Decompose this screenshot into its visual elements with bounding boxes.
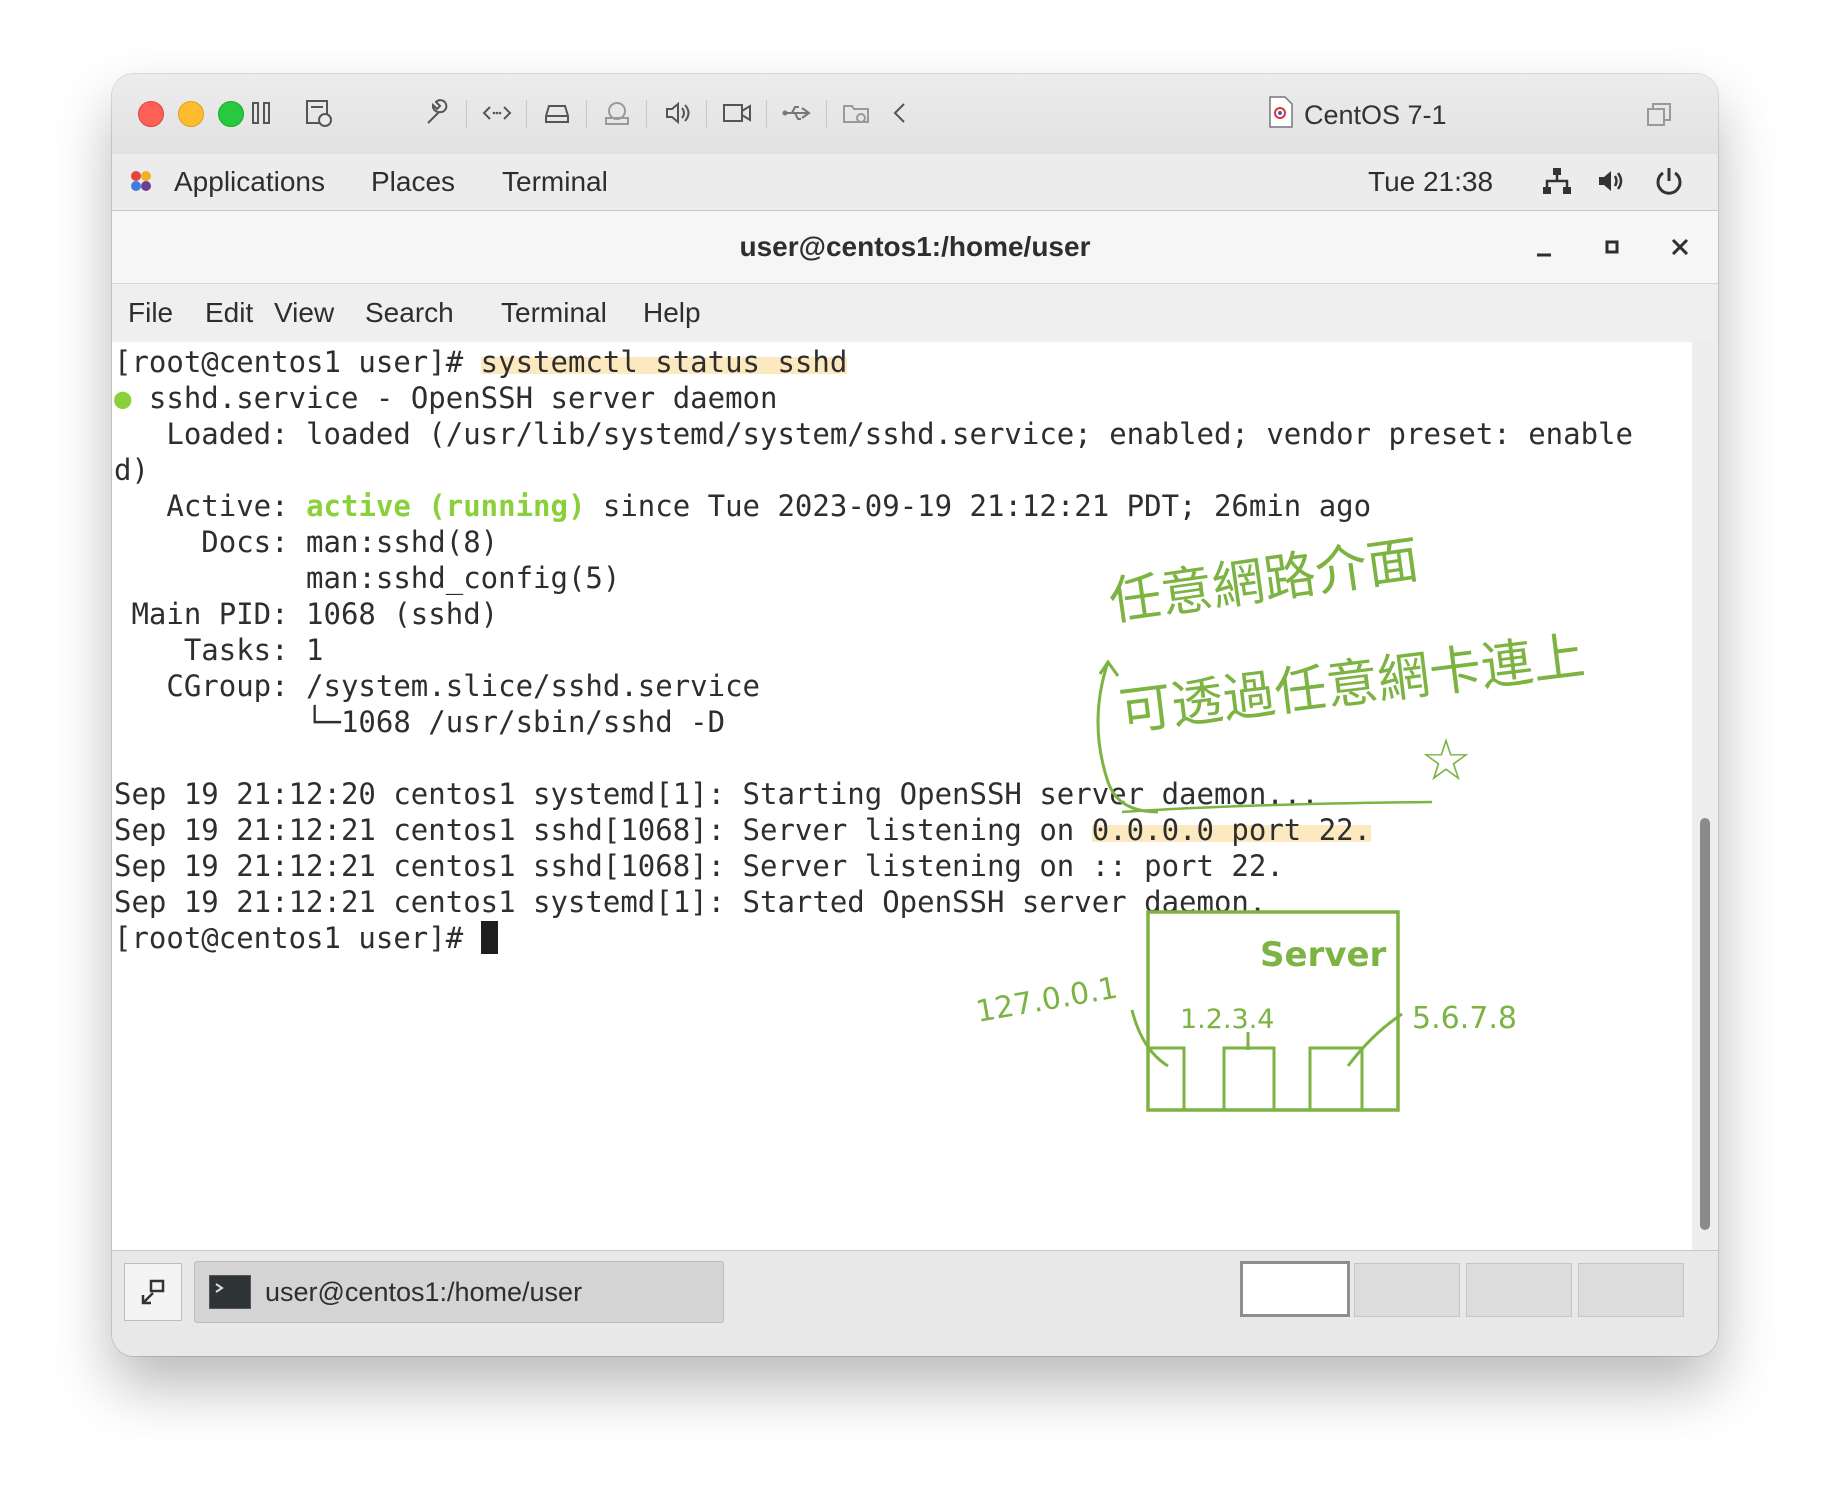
code-arrows-icon[interactable] [480,96,514,130]
vm-toolbar: CentOS 7-1 [112,74,1718,154]
scrollbar-thumb[interactable] [1700,818,1710,1230]
service-line: ● sshd.service - OpenSSH server daemon [114,381,778,415]
server-label: Server [1260,935,1387,975]
optical-drive-icon[interactable] [600,96,634,130]
hard-disk-icon[interactable] [540,96,574,130]
clock[interactable]: Tue 21:38 [1368,166,1493,198]
restore-window-icon[interactable] [1642,98,1676,132]
interface-loopback [1146,1046,1186,1112]
chevron-left-icon[interactable] [884,96,918,130]
server-box [1146,910,1400,1112]
command-text: systemctl status sshd [480,345,848,379]
log-line: Sep 19 21:12:21 centos1 systemd[1]: Star… [114,885,1267,919]
annotation-arrowhead [1098,659,1120,677]
docs-line-2: man:sshd_config(5) [114,561,621,595]
ip-b-label: 5.6.7.8 [1412,1001,1517,1036]
applications-logo-icon [124,164,158,198]
docs-line: Docs: man:sshd(8) [114,525,499,559]
maximize-icon[interactable] [1592,227,1632,267]
terminal-title: user@centos1:/home/user [739,231,1091,262]
loaded-line-wrap: d) [114,453,149,487]
status-dot-icon: ● [114,381,132,415]
menu-search[interactable]: Search [365,297,454,329]
workspace-3[interactable] [1466,1263,1572,1317]
vm-title: CentOS 7-1 [1304,100,1447,130]
menu-edit[interactable]: Edit [205,297,253,329]
network-icon[interactable] [1540,164,1574,198]
menu-file[interactable]: File [128,297,173,329]
menu-terminal[interactable]: Terminal [501,297,607,329]
usb-icon[interactable] [780,96,814,130]
settings-wrench-icon[interactable] [420,96,454,130]
prompt: [root@centos1 user]# [114,345,481,379]
camera-icon[interactable] [720,96,754,130]
menu-help[interactable]: Help [643,297,701,329]
terminal-titlebar: user@centos1:/home/user [112,211,1718,284]
snapshot-icon[interactable] [302,96,336,130]
final-prompt-line: [root@centos1 user]# [114,920,498,956]
interface-links [1130,1009,1403,1068]
close-window-button[interactable] [138,101,164,127]
workspace-1[interactable] [1240,1261,1350,1317]
interface-a [1222,1046,1276,1112]
annotation-star: ☆ [1420,726,1472,794]
volume-icon[interactable] [1594,164,1628,198]
power-icon[interactable] [1652,164,1686,198]
terminal-output[interactable]: [root@centos1 user]# systemctl status ss… [112,342,1692,1250]
terminal-app-menu[interactable]: Terminal [502,166,608,198]
terminal-icon [209,1275,251,1309]
scrollbar[interactable] [1692,342,1718,1250]
places-menu[interactable]: Places [371,166,455,198]
shared-folder-icon[interactable] [840,96,874,130]
listen-address-highlight: 0.0.0.0 port 22. [1091,813,1372,847]
cgroup-line: CGroup: /system.slice/sshd.service [114,669,761,703]
terminal-menubar: File Edit View Search Terminal Help [112,284,1718,342]
active-line: Active: active (running) since Tue 2023-… [114,489,1372,523]
zoom-window-button[interactable] [218,101,244,127]
vm-window: CentOS 7-1 Applications Places Terminal … [112,74,1718,1356]
close-icon[interactable] [1660,227,1700,267]
log-line: Sep 19 21:12:21 centos1 sshd[1068]: Serv… [114,813,1372,847]
taskbar-task-label: user@centos1:/home/user [265,1277,583,1307]
main-pid-line: Main PID: 1068 (sshd) [114,597,499,631]
text-cursor [480,921,498,954]
annotation-note-2: 可透過任意網卡連上 [1116,626,1588,743]
minimize-window-button[interactable] [178,101,204,127]
tasks-line: Tasks: 1 [114,633,324,667]
log-line: Sep 19 21:12:20 centos1 systemd[1]: Star… [114,777,1319,811]
vm-document-icon [1268,96,1294,128]
ip-loopback-label: 127.0.0.1 [973,971,1120,1030]
workspace-2[interactable] [1354,1263,1460,1317]
menu-view[interactable]: View [274,297,334,329]
sound-icon[interactable] [660,96,694,130]
interface-b [1308,1046,1364,1112]
taskbar-terminal-task[interactable]: user@centos1:/home/user [194,1261,724,1323]
gnome-top-bar: Applications Places Terminal Tue 21:38 [112,154,1718,211]
applications-menu[interactable]: Applications [174,166,325,198]
cgroup-child-line: └─1068 /usr/sbin/sshd -D [114,705,726,739]
loaded-line: Loaded: loaded (/usr/lib/systemd/system/… [114,417,1633,451]
active-state: active (running) [306,489,586,523]
log-line: Sep 19 21:12:21 centos1 sshd[1068]: Serv… [114,849,1284,883]
command-line: [root@centos1 user]# systemctl status ss… [114,344,848,380]
workspace-4[interactable] [1578,1263,1684,1317]
ip-a-label: 1.2.3.4 [1180,1004,1274,1035]
show-desktop-button[interactable] [124,1263,182,1321]
bottom-taskbar: user@centos1:/home/user [112,1250,1718,1356]
minimize-icon[interactable] [1524,227,1564,267]
annotation-note-1: 任意網路介面 [1105,530,1422,633]
pause-icon[interactable] [244,96,278,130]
